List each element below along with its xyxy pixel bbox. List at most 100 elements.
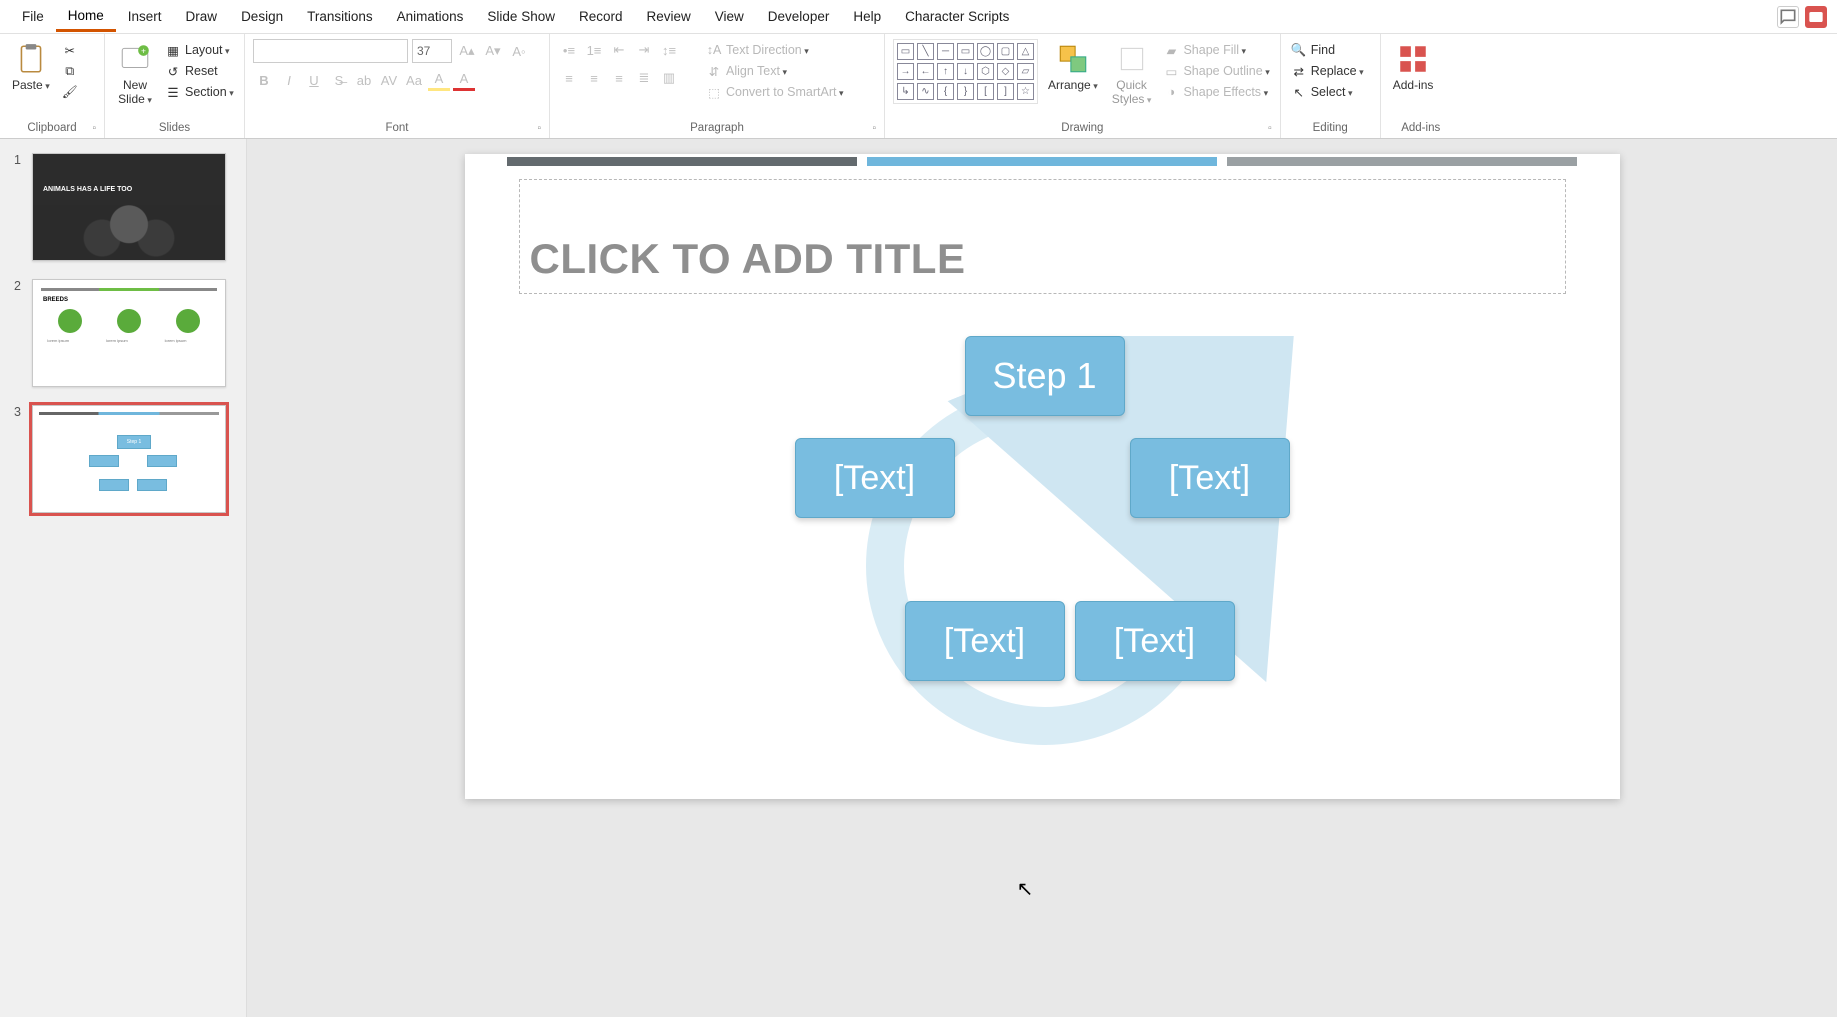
- justify-button[interactable]: ≣: [633, 67, 655, 89]
- shape-rbr-icon[interactable]: ]: [997, 83, 1014, 100]
- addins-button[interactable]: Add-ins: [1389, 39, 1438, 95]
- indent-inc-button[interactable]: ⇥: [633, 39, 655, 61]
- shape-dia-icon[interactable]: ◇: [997, 63, 1014, 80]
- grow-font-button[interactable]: A▴: [456, 40, 478, 62]
- smartart-node-3[interactable]: [Text]: [1075, 601, 1235, 681]
- smartart-node-1[interactable]: Step 1: [965, 336, 1125, 416]
- shape-effects-button[interactable]: ◑Shape Effects: [1161, 83, 1271, 101]
- numbering-button[interactable]: 1≡: [583, 39, 605, 61]
- select-button[interactable]: ↖Select: [1289, 83, 1366, 101]
- shape-fill-button[interactable]: ▰Shape Fill: [1161, 41, 1271, 59]
- title-placeholder[interactable]: CLICK TO ADD TITLE: [519, 179, 1566, 294]
- shrink-font-button[interactable]: A▾: [482, 40, 504, 62]
- bold-button[interactable]: B: [253, 69, 275, 91]
- align-right-button[interactable]: ≡: [608, 67, 630, 89]
- clear-format-button[interactable]: A◦: [508, 40, 530, 62]
- case-button[interactable]: Aa: [403, 69, 425, 91]
- group-label-paragraph: Paragraph: [690, 122, 744, 134]
- shape-star-icon[interactable]: ☆: [1017, 83, 1034, 100]
- spacing-button[interactable]: AV: [378, 69, 400, 91]
- tab-draw[interactable]: Draw: [174, 3, 230, 30]
- shape-roundrect-icon[interactable]: ▢: [997, 43, 1014, 60]
- indent-dec-button[interactable]: ⇤: [608, 39, 630, 61]
- shape-textbox-icon[interactable]: ▭: [897, 43, 914, 60]
- slide-canvas-area[interactable]: CLICK TO ADD TITLE Step 1 [Text] [Text] …: [247, 139, 1837, 1017]
- thumbnail-slide-1[interactable]: ANIMALS HAS A LIFE TOO: [32, 153, 226, 261]
- find-button[interactable]: 🔍Find: [1289, 41, 1366, 59]
- format-painter-button[interactable]: 🖌: [60, 83, 80, 101]
- font-size-input[interactable]: [412, 39, 452, 63]
- layout-button[interactable]: ▦Layout: [163, 41, 236, 59]
- text-direction-button[interactable]: ↕AText Direction: [704, 41, 845, 59]
- shape-hex-icon[interactable]: ⬡: [977, 63, 994, 80]
- comments-button[interactable]: [1777, 6, 1799, 28]
- font-launcher[interactable]: ▫: [537, 123, 541, 134]
- new-slide-button[interactable]: + New Slide: [113, 39, 157, 110]
- shape-curve-icon[interactable]: ∿: [917, 83, 934, 100]
- align-text-button[interactable]: ⇵Align Text: [704, 62, 845, 80]
- columns-button[interactable]: ▥: [658, 67, 680, 89]
- font-color-button[interactable]: A: [453, 69, 475, 91]
- paragraph-launcher[interactable]: ▫: [872, 123, 876, 134]
- shape-rb-icon[interactable]: }: [957, 83, 974, 100]
- tab-slideshow[interactable]: Slide Show: [475, 3, 567, 30]
- highlight-button[interactable]: A: [428, 69, 450, 91]
- thumbnail-slide-2[interactable]: BREEDS lorem ipsumlorem ipsumlorem ipsum: [32, 279, 226, 387]
- align-left-button[interactable]: ≡: [558, 67, 580, 89]
- line-spacing-button[interactable]: ↕≡: [658, 39, 680, 61]
- shape-rect-icon[interactable]: ▭: [957, 43, 974, 60]
- shape-line2-icon[interactable]: ─: [937, 43, 954, 60]
- tab-review[interactable]: Review: [635, 3, 703, 30]
- paste-button[interactable]: Paste: [8, 39, 54, 95]
- shape-gallery[interactable]: ▭╲─▭◯▢△ →←↑↓⬡◇▱ ↳∿{}[]☆: [897, 43, 1034, 100]
- smartart-node-2[interactable]: [Text]: [1130, 438, 1290, 518]
- tab-home[interactable]: Home: [56, 2, 116, 32]
- underline-button[interactable]: U: [303, 69, 325, 91]
- shape-outline-button[interactable]: ▭Shape Outline: [1161, 62, 1271, 80]
- shape-lbr-icon[interactable]: [: [977, 83, 994, 100]
- convert-smartart-button[interactable]: ⬚Convert to SmartArt: [704, 83, 845, 101]
- tab-record[interactable]: Record: [567, 3, 635, 30]
- tab-help[interactable]: Help: [841, 3, 893, 30]
- shape-arrowu-icon[interactable]: ↑: [937, 63, 954, 80]
- thumbnail-slide-3[interactable]: Step 1: [32, 405, 226, 513]
- shape-oval-icon[interactable]: ◯: [977, 43, 994, 60]
- smartart-node-4[interactable]: [Text]: [905, 601, 1065, 681]
- tab-insert[interactable]: Insert: [116, 3, 174, 30]
- shape-lb-icon[interactable]: {: [937, 83, 954, 100]
- italic-button[interactable]: I: [278, 69, 300, 91]
- copy-button[interactable]: ⧉: [60, 62, 80, 80]
- shape-line-icon[interactable]: ╲: [917, 43, 934, 60]
- tab-design[interactable]: Design: [229, 3, 295, 30]
- drawing-launcher[interactable]: ▫: [1268, 123, 1272, 134]
- arrange-button[interactable]: Arrange: [1044, 39, 1102, 95]
- cut-button[interactable]: ✂: [60, 41, 80, 59]
- share-button[interactable]: [1805, 6, 1827, 28]
- tab-developer[interactable]: Developer: [756, 3, 842, 30]
- bullets-button[interactable]: •≡: [558, 39, 580, 61]
- smartart-cycle[interactable]: Step 1 [Text] [Text] [Text] [Text]: [735, 336, 1355, 766]
- reset-button[interactable]: ↺Reset: [163, 62, 236, 80]
- tab-file[interactable]: File: [10, 3, 56, 30]
- section-button[interactable]: ☰Section: [163, 83, 236, 101]
- shape-tri-icon[interactable]: △: [1017, 43, 1034, 60]
- replace-button[interactable]: ⇄Replace: [1289, 62, 1366, 80]
- thumbnail-panel[interactable]: 1 ANIMALS HAS A LIFE TOO 2 BREEDS lorem …: [0, 139, 247, 1017]
- shadow-button[interactable]: ab: [353, 69, 375, 91]
- tab-view[interactable]: View: [703, 3, 756, 30]
- shape-arrowd-icon[interactable]: ↓: [957, 63, 974, 80]
- strike-button[interactable]: S̶: [328, 69, 350, 91]
- smartart-node-5[interactable]: [Text]: [795, 438, 955, 518]
- slide[interactable]: CLICK TO ADD TITLE Step 1 [Text] [Text] …: [465, 154, 1620, 799]
- shape-arrowl-icon[interactable]: ←: [917, 63, 934, 80]
- shape-conn-icon[interactable]: ↳: [897, 83, 914, 100]
- font-name-input[interactable]: [253, 39, 408, 63]
- tab-transitions[interactable]: Transitions: [295, 3, 385, 30]
- align-center-button[interactable]: ≡: [583, 67, 605, 89]
- shape-arrowr-icon[interactable]: →: [897, 63, 914, 80]
- quick-styles-button[interactable]: Quick Styles: [1108, 39, 1156, 110]
- tab-animations[interactable]: Animations: [385, 3, 476, 30]
- shape-para-icon[interactable]: ▱: [1017, 63, 1034, 80]
- clipboard-launcher[interactable]: ▫: [92, 123, 96, 134]
- tab-charscripts[interactable]: Character Scripts: [893, 3, 1021, 30]
